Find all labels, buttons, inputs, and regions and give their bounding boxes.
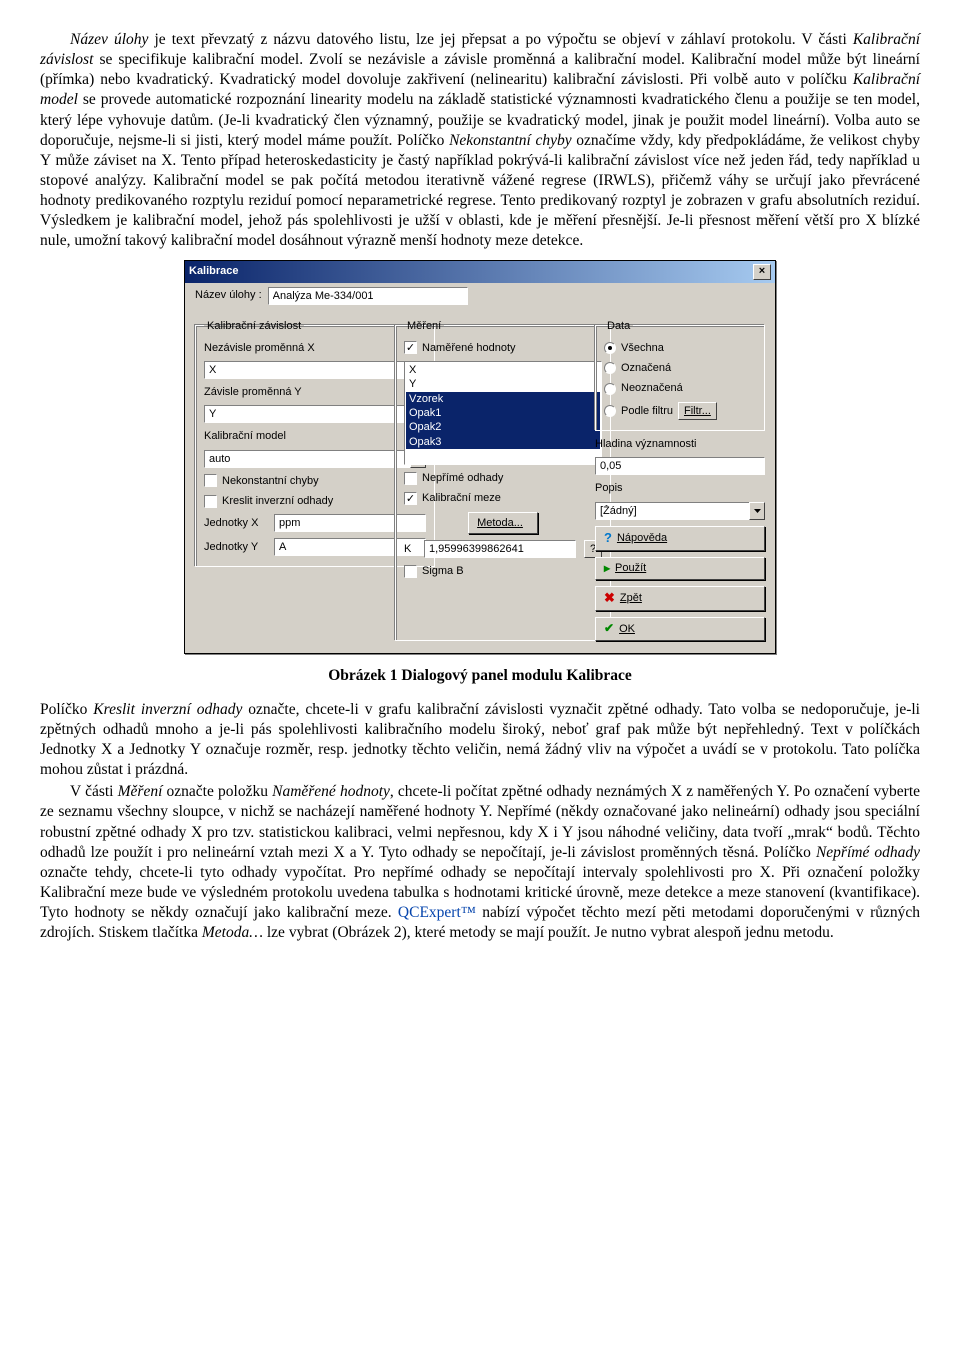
checkbox-icon[interactable]	[204, 474, 217, 487]
list-item[interactable]: Opak3	[406, 435, 600, 449]
y-dropdown[interactable]	[204, 405, 426, 423]
group-data: Data Všechna Označená Neoznačená	[595, 319, 765, 431]
radio-icon[interactable]	[604, 405, 616, 417]
model-input[interactable]	[204, 450, 410, 468]
radio-neoznacena[interactable]: Neoznačená	[604, 381, 756, 395]
cancel-icon: ✖	[604, 590, 615, 607]
chevron-down-icon[interactable]	[749, 502, 765, 520]
dialog-title: Kalibrace	[189, 264, 239, 278]
checkbox-icon[interactable]	[404, 341, 417, 354]
radio-icon[interactable]	[604, 383, 616, 395]
back-button[interactable]: ✖ Zpět	[595, 586, 765, 611]
model-label: Kalibrační model	[204, 429, 426, 443]
legend-data: Data	[604, 319, 633, 333]
columns-listbox[interactable]: X Y Vzorek Opak1 Opak2 Opak3	[404, 361, 602, 465]
use-button[interactable]: ▸ Použít	[595, 557, 765, 581]
list-item[interactable]: Opak2	[406, 420, 600, 434]
legend-kalibracni-zavislost: Kalibrační závislost	[204, 319, 304, 333]
help-icon: ?	[604, 530, 612, 547]
paragraph-1: Název úlohy je text převzatý z názvu dat…	[40, 30, 920, 252]
checkbox-icon[interactable]	[404, 492, 417, 505]
term-neprime-odhady: Nepřímé odhady	[816, 844, 920, 861]
checkbox-kreslit-inverzni[interactable]: Kreslit inverzní odhady	[204, 494, 426, 508]
checkbox-label: Naměřené hodnoty	[422, 341, 516, 355]
x-input[interactable]	[204, 361, 410, 379]
k-label: K	[404, 542, 416, 556]
sig-input[interactable]	[595, 457, 765, 475]
term-nekonstantni-chyby: Nekonstantní chyby	[449, 132, 572, 149]
term-metoda: Metoda…	[202, 924, 263, 941]
metoda-button[interactable]: Metoda...	[468, 512, 538, 534]
radio-label: Všechna	[621, 341, 664, 355]
y-label: Závisle proměnná Y	[204, 385, 426, 399]
list-item[interactable]: Y	[406, 377, 600, 391]
term-namerene-hodnoty: Naměřené hodnoty	[272, 783, 390, 800]
checkbox-neprime-odhady[interactable]: Nepřímé odhady	[404, 471, 602, 485]
checkbox-label: Nepřímé odhady	[422, 471, 503, 485]
filtr-button[interactable]: Filtr...	[678, 402, 717, 420]
checkbox-icon[interactable]	[404, 472, 417, 485]
radio-label: Označená	[621, 361, 671, 375]
sig-label: Hladina významnosti	[595, 437, 765, 451]
apply-icon: ▸	[604, 561, 610, 577]
list-item[interactable]: Opak1	[406, 406, 600, 420]
k-input[interactable]	[424, 540, 576, 558]
checkbox-nekonstantni-chyby[interactable]: Nekonstantní chyby	[204, 474, 426, 488]
legend-mereni: Měření	[404, 319, 444, 333]
radio-podle-filtru[interactable]: Podle filtru Filtr...	[604, 402, 756, 420]
term-kreslit-inverzni: Kreslit inverzní odhady	[93, 701, 242, 718]
task-label: Název úlohy :	[195, 288, 262, 302]
desc-input[interactable]	[595, 502, 749, 520]
dialog-kalibrace: Kalibrace × Název úlohy : Kalibrační záv…	[184, 260, 776, 654]
radio-icon[interactable]	[604, 342, 616, 354]
task-name-input[interactable]	[268, 287, 468, 305]
units-y-label: Jednotky Y	[204, 540, 266, 554]
radio-label: Podle filtru	[621, 404, 673, 418]
checkbox-namerene-hodnoty[interactable]: Naměřené hodnoty	[404, 341, 602, 355]
checkbox-sigma-b[interactable]: Sigma B	[404, 564, 602, 578]
titlebar: Kalibrace ×	[185, 261, 775, 283]
list-item[interactable]: X	[406, 363, 600, 377]
paragraph-2: Políčko Kreslit inverzní odhady označte,…	[40, 700, 920, 781]
ok-button[interactable]: ✔ OK	[595, 617, 765, 641]
x-dropdown[interactable]	[204, 361, 426, 379]
checkbox-kalibracni-meze[interactable]: Kalibrační meze	[404, 491, 602, 505]
close-icon[interactable]: ×	[753, 264, 771, 280]
help-button[interactable]: ? Nápověda	[595, 526, 765, 551]
checkbox-icon[interactable]	[404, 565, 417, 578]
figure-caption: Obrázek 1 Dialogový panel modulu Kalibra…	[40, 666, 920, 686]
desc-dropdown[interactable]	[595, 502, 765, 520]
term-mereni: Měření	[118, 783, 163, 800]
radio-oznacena[interactable]: Označená	[604, 361, 756, 375]
term-nazev-ulohy: Název úlohy	[70, 31, 148, 48]
checkbox-label: Sigma B	[422, 564, 464, 578]
checkbox-label: Kalibrační meze	[422, 491, 501, 505]
checkbox-icon[interactable]	[204, 495, 217, 508]
ok-icon: ✔	[604, 621, 614, 637]
checkbox-label: Kreslit inverzní odhady	[222, 494, 333, 508]
radio-icon[interactable]	[604, 362, 616, 374]
desc-label: Popis	[595, 481, 765, 495]
y-input[interactable]	[204, 405, 410, 423]
link-qcexpert: QCExpert™	[398, 904, 476, 921]
paragraph-3: V části Měření označte položku Naměřené …	[40, 782, 920, 943]
model-dropdown[interactable]	[204, 450, 426, 468]
x-label: Nezávisle proměnná X	[204, 341, 426, 355]
checkbox-label: Nekonstantní chyby	[222, 474, 319, 488]
list-item[interactable]: Vzorek	[406, 392, 600, 406]
group-mereni: Měření Naměřené hodnoty X Y Vzorek Opak1…	[395, 319, 611, 641]
radio-vsechna[interactable]: Všechna	[604, 341, 756, 355]
units-x-label: Jednotky X	[204, 516, 266, 530]
radio-label: Neoznačená	[621, 381, 683, 395]
